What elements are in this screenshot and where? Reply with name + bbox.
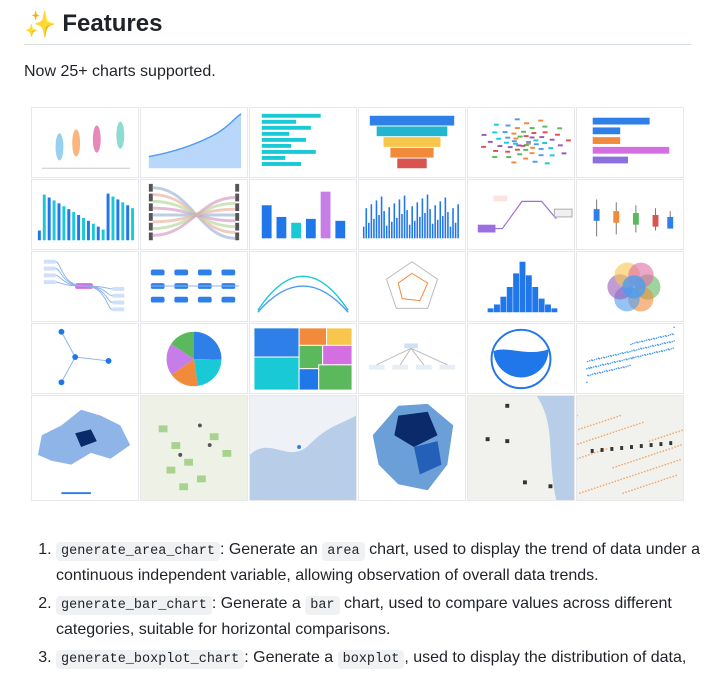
feature-description: , used to display the distribution of da… — [404, 649, 687, 666]
province-map-thumbnail — [358, 395, 466, 501]
mind-map-thumbnail — [31, 251, 139, 322]
chart-gallery — [31, 107, 687, 501]
funnel-chart-thumbnail — [358, 107, 466, 178]
radar-chart-thumbnail — [358, 251, 466, 322]
word-cloud-chart-thumbnail — [467, 107, 575, 178]
feature-item: generate_area_chart: Generate an area ch… — [56, 538, 716, 588]
scatter-chart-thumbnail — [576, 323, 684, 394]
feature-function-name: generate_boxplot_chart — [56, 650, 245, 669]
violin-chart-thumbnail — [31, 107, 139, 178]
path-map-thumbnail — [249, 395, 357, 501]
liquid-chart-thumbnail — [467, 323, 575, 394]
features-heading: ✨ Features — [24, 4, 691, 45]
readme-page: ✨ Features Now 25+ charts supported. gen… — [0, 0, 716, 669]
horizontal-bar-chart-thumbnail — [249, 107, 357, 178]
feature-text: : Generate an — [219, 541, 323, 558]
area-chart-thumbnail — [140, 107, 248, 178]
line-chart-thumbnail — [249, 251, 357, 322]
pin-map-thumbnail — [140, 395, 248, 501]
feature-text: : Generate a — [211, 595, 306, 612]
location-map-thumbnail — [467, 395, 575, 501]
sparkles-icon: ✨ — [24, 8, 57, 39]
intro-text: Now 25+ charts supported. — [24, 63, 216, 80]
feature-item: generate_bar_chart: Generate a bar chart… — [56, 592, 716, 642]
organization-chart-thumbnail — [358, 323, 466, 394]
feature-item: generate_boxplot_chart: Generate a boxpl… — [56, 646, 716, 672]
heat-map-thumbnail — [576, 395, 684, 501]
bar-chart-thumbnail — [576, 107, 684, 178]
boxplot-chart-thumbnail — [576, 179, 684, 250]
district-map-thumbnail — [31, 395, 139, 501]
feature-chart-type: area — [322, 542, 365, 561]
network-graph-thumbnail — [31, 323, 139, 394]
venn-chart-thumbnail — [576, 251, 684, 322]
histogram-chart-thumbnail — [467, 251, 575, 322]
feature-function-name: generate_bar_chart — [56, 596, 212, 615]
flow-diagram-thumbnail — [140, 251, 248, 322]
feature-chart-type: bar — [305, 596, 340, 615]
sankey-chart-thumbnail — [140, 179, 248, 250]
feature-text: : Generate a — [244, 649, 338, 666]
column-chart-thumbnail — [31, 179, 139, 250]
treemap-chart-thumbnail — [249, 323, 357, 394]
fishbone-diagram-thumbnail — [467, 179, 575, 250]
dense-column-chart-thumbnail — [358, 179, 466, 250]
feature-chart-type: boxplot — [337, 650, 405, 669]
page-title: Features — [62, 10, 163, 37]
column-chart-simple-thumbnail — [249, 179, 357, 250]
pie-chart-thumbnail — [140, 323, 248, 394]
feature-list: generate_area_chart: Generate an area ch… — [24, 538, 716, 676]
feature-function-name: generate_area_chart — [56, 542, 220, 561]
